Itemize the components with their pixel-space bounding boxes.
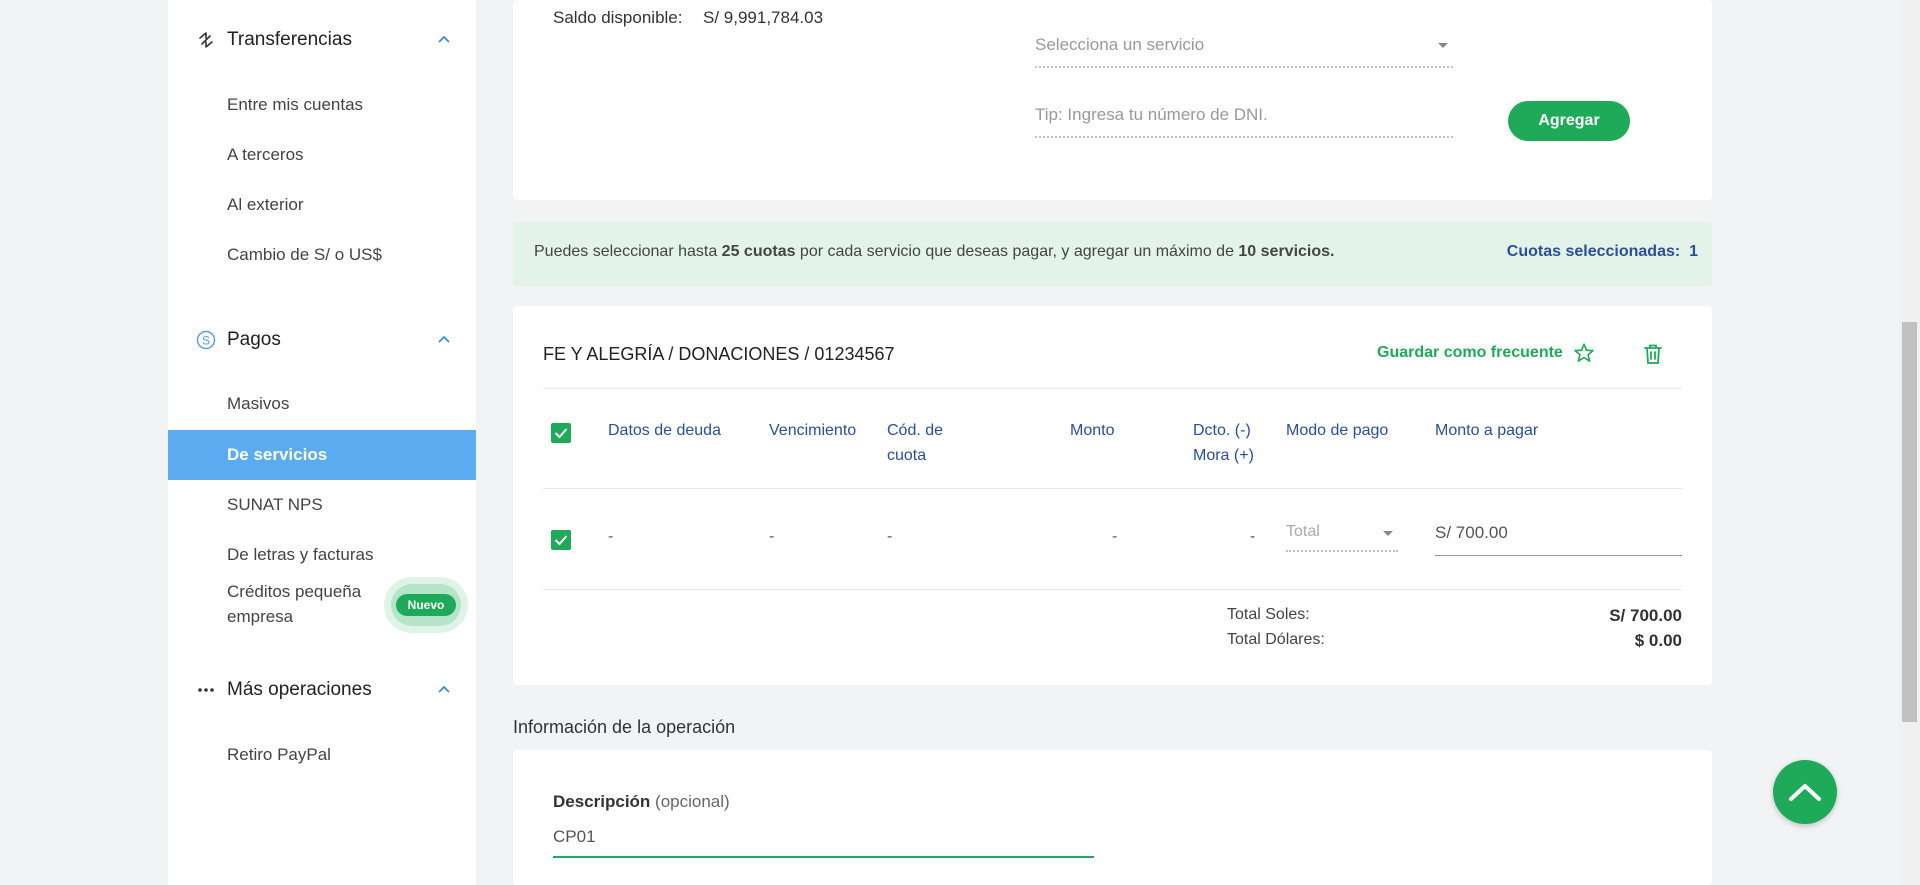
new-badge-halo: Nuevo — [384, 577, 468, 633]
info-bold-servicios: 10 servicios. — [1238, 243, 1335, 260]
chevron-up-icon[interactable] — [436, 332, 452, 348]
chevron-up-icon[interactable] — [436, 682, 452, 698]
sidebar-item-cambio[interactable]: Cambio de S/ o US$ — [168, 235, 476, 275]
check-icon — [554, 535, 568, 546]
svg-text:S: S — [202, 334, 210, 348]
description-label: Descripción — [553, 792, 651, 811]
star-icon — [1574, 343, 1594, 362]
col-header-monto: Monto — [1070, 422, 1115, 439]
info-text: Puedes seleccionar hasta — [534, 243, 722, 260]
cell-vencimiento: - — [769, 528, 775, 545]
new-badge: Nuevo — [395, 594, 457, 616]
description-input[interactable]: CP01 — [553, 822, 1094, 858]
col-header-dcto-mora: Dcto. (-) Mora (+) — [1193, 422, 1254, 464]
select-all-checkbox[interactable] — [551, 423, 571, 443]
total-soles-value: S/ 700.00 — [1609, 606, 1682, 625]
amount-to-pay-input[interactable]: S/ 700.00 — [1435, 516, 1682, 556]
service-select-placeholder: Selecciona un servicio — [1035, 35, 1205, 54]
total-dolares-label: Total Dólares: — [1227, 631, 1325, 648]
sidebar-item-al-exterior[interactable]: Al exterior — [168, 185, 476, 225]
col-header-cod-cuota: Cód. de cuota — [887, 422, 944, 464]
service-debt-card: FE Y ALEGRÍA / DONACIONES / 01234567 Gua… — [513, 306, 1712, 685]
service-selection-card: Saldo disponible: S/ 9,991,784.03 Selecc… — [513, 0, 1712, 200]
info-banner: Puedes seleccionar hasta 25 cuotas por c… — [513, 222, 1712, 286]
description-value: CP01 — [553, 827, 596, 846]
info-text: por cada servicio que deseas pagar, y ag… — [795, 243, 1239, 260]
scroll-to-top-button[interactable] — [1773, 760, 1837, 824]
page-scrollbar[interactable] — [1899, 0, 1920, 885]
sidebar-section-transferencias[interactable]: Transferencias — [168, 20, 476, 60]
scrollbar-thumb[interactable] — [1902, 322, 1917, 722]
balance-value: S/ 9,991,784.03 — [703, 8, 824, 27]
sidebar-section-pagos[interactable]: S Pagos — [168, 320, 476, 360]
cell-cod: - — [887, 528, 893, 545]
cell-datos: - — [608, 528, 614, 545]
col-header-monto-pagar: Monto a pagar — [1435, 422, 1539, 439]
sidebar-item-masivos[interactable]: Masivos — [168, 384, 476, 424]
sidebar-item-creditos[interactable]: Créditos pequeña empresa — [168, 578, 378, 630]
add-button[interactable]: Agregar — [1508, 101, 1630, 141]
chevron-up-icon — [1789, 784, 1821, 801]
section-title: Más operaciones — [227, 679, 372, 700]
sidebar-item-a-terceros[interactable]: A terceros — [168, 135, 476, 175]
total-soles-label: Total Soles: — [1227, 606, 1310, 623]
description-optional: (opcional) — [655, 792, 730, 811]
sidebar-item-entre-mis-cuentas[interactable]: Entre mis cuentas — [168, 85, 476, 125]
info-bold-cuotas: 25 cuotas — [721, 243, 796, 260]
save-frequent-label: Guardar como frecuente — [1377, 344, 1563, 361]
trash-icon[interactable] — [1643, 343, 1663, 365]
operation-card: Descripción (opcional) CP01 — [513, 750, 1712, 885]
sidebar-item-retiro-paypal[interactable]: Retiro PayPal — [168, 735, 476, 775]
dni-input-placeholder: Tip: Ingresa tu número de DNI. — [1035, 105, 1268, 124]
dollar-circle-icon: S — [196, 330, 216, 350]
cell-dcto: - — [1250, 528, 1256, 545]
sidebar-item-letras-facturas[interactable]: De letras y facturas — [168, 535, 476, 575]
more-dots-icon — [196, 680, 216, 700]
transfer-icon — [196, 30, 216, 50]
selected-count-value: 1 — [1689, 243, 1698, 260]
amount-to-pay-value: S/ 700.00 — [1435, 523, 1508, 542]
row-checkbox[interactable] — [551, 530, 571, 550]
sidebar: Transferencias Entre mis cuentas A terce… — [168, 0, 476, 885]
col-header-vencimiento: Vencimiento — [769, 422, 857, 439]
save-frequent-button[interactable]: Guardar como frecuente — [1377, 342, 1595, 364]
payment-mode-value: Total — [1286, 523, 1320, 540]
operation-section-title: Información de la operación — [513, 717, 736, 737]
section-title: Pagos — [227, 329, 281, 350]
cell-monto: - — [1112, 528, 1118, 545]
sidebar-item-sunat-nps[interactable]: SUNAT NPS — [168, 485, 476, 525]
section-title: Transferencias — [227, 29, 352, 50]
service-title: FE Y ALEGRÍA / DONACIONES / 01234567 — [543, 344, 895, 364]
col-header-datos: Datos de deuda — [608, 422, 721, 439]
balance-label: Saldo disponible: — [553, 8, 683, 27]
dni-input[interactable]: Tip: Ingresa tu número de DNI. — [1035, 100, 1453, 140]
service-select[interactable]: Selecciona un servicio — [1035, 30, 1453, 70]
caret-down-icon — [1438, 43, 1448, 48]
chevron-up-icon[interactable] — [436, 32, 452, 48]
total-dolares-value: $ 0.00 — [1634, 631, 1682, 650]
col-header-modo: Modo de pago — [1286, 422, 1389, 439]
payment-mode-select[interactable]: Total — [1286, 516, 1398, 554]
caret-down-icon — [1383, 531, 1393, 536]
check-icon — [554, 428, 568, 439]
selected-count-label: Cuotas seleccionadas: — [1506, 243, 1681, 260]
sidebar-item-de-servicios[interactable]: De servicios — [168, 430, 476, 480]
sidebar-section-mas-operaciones[interactable]: Más operaciones — [168, 670, 476, 710]
